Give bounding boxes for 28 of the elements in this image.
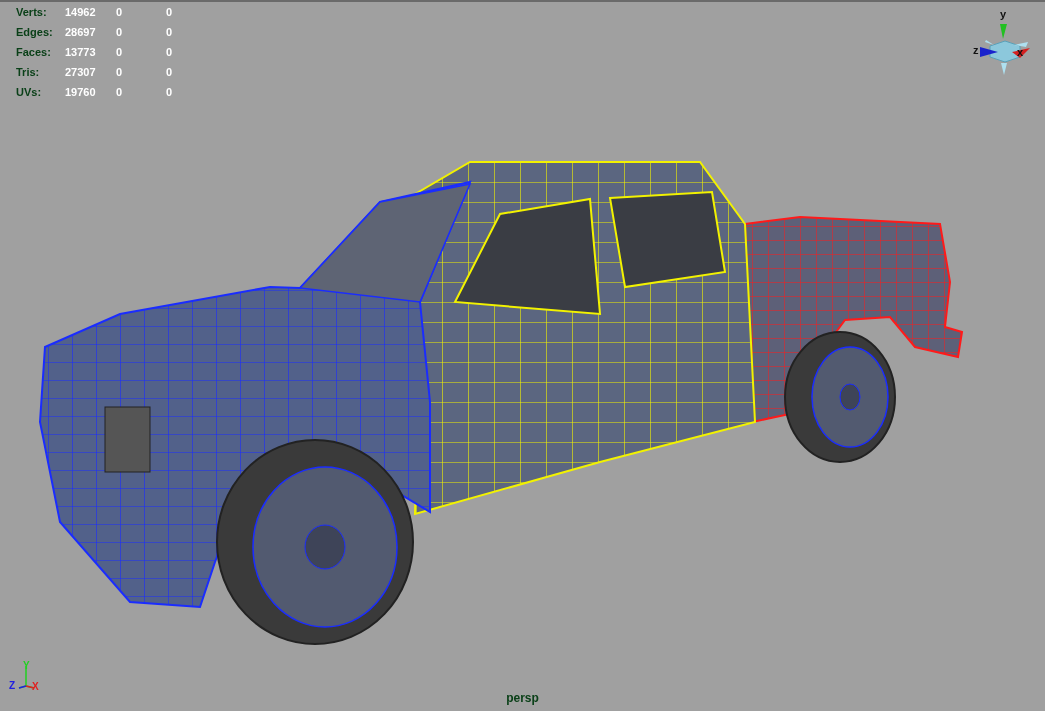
stat-value: 0 bbox=[166, 85, 173, 99]
stat-label: Edges: bbox=[16, 25, 54, 39]
stat-value: 14962 bbox=[65, 5, 97, 19]
axis-label: Z bbox=[9, 680, 16, 691]
stat-label: Verts: bbox=[16, 5, 48, 19]
axis-label: y bbox=[1000, 8, 1007, 20]
stat-value: 0 bbox=[116, 5, 124, 19]
axis-label: z bbox=[973, 44, 979, 56]
stat-value: 0 bbox=[116, 45, 124, 59]
stat-value: 13773 bbox=[65, 45, 97, 59]
axis-label: Y bbox=[23, 660, 30, 671]
axis-label: X bbox=[32, 681, 39, 692]
stat-value: 0 bbox=[166, 5, 173, 19]
axis-label: x bbox=[1017, 46, 1024, 58]
stat-label: Tris: bbox=[16, 65, 41, 79]
stat-value: 0 bbox=[116, 25, 124, 39]
stat-value: 0 bbox=[166, 25, 173, 39]
stat-label: Faces: bbox=[16, 45, 52, 59]
stat-value: 27307 bbox=[65, 65, 97, 79]
stat-value: 0 bbox=[116, 65, 124, 79]
stat-value: 28697 bbox=[65, 25, 97, 39]
stat-value: 19760 bbox=[65, 85, 97, 99]
stat-value: 0 bbox=[166, 65, 173, 79]
stat-value: 0 bbox=[116, 85, 124, 99]
stat-value: 0 bbox=[166, 45, 173, 59]
camera-label: persp bbox=[505, 691, 540, 705]
stat-label: UVs: bbox=[16, 85, 43, 99]
view-cube-icon bbox=[980, 24, 1030, 75]
